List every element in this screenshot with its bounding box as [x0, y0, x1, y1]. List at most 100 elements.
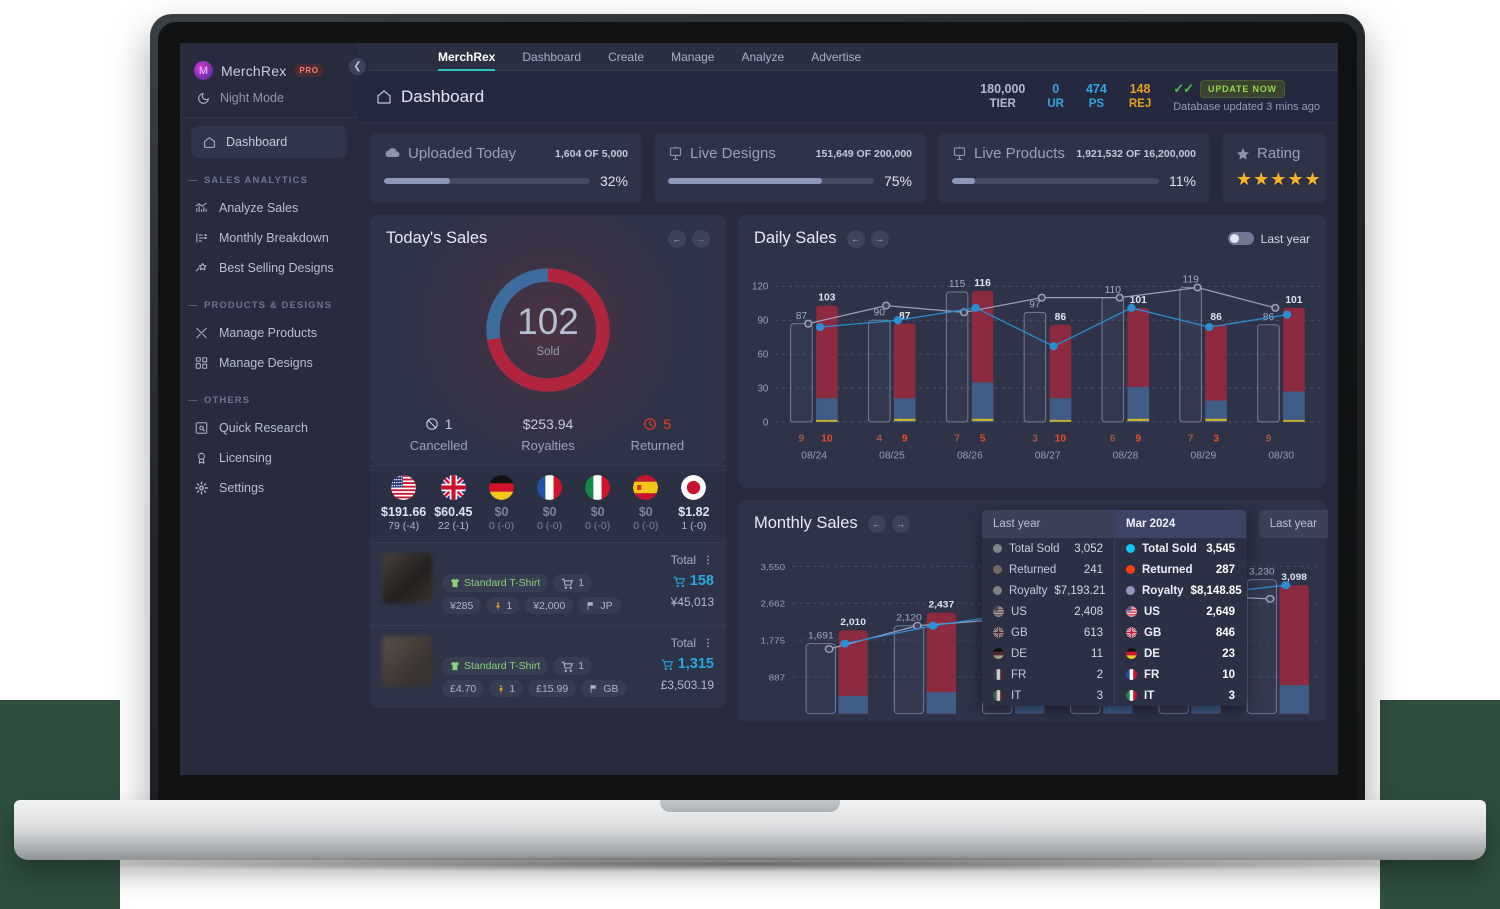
sidebar-item-quick-research[interactable]: Quick Research: [180, 413, 358, 443]
kpi-percent: 75%: [883, 173, 912, 189]
country-count: 0 (-0): [488, 520, 514, 532]
flag-us-icon: [1126, 606, 1137, 617]
country-sales-es[interactable]: $0 0 (-0): [625, 475, 667, 532]
sold-count: 102: [517, 300, 579, 342]
brand[interactable]: M MerchRex PRO: [180, 53, 358, 84]
prev-button[interactable]: ←: [867, 514, 886, 533]
product-revenue: ¥45,013: [670, 595, 714, 609]
sidebar-group-title: OTHERS: [180, 378, 358, 413]
flag-it-icon: [1126, 690, 1137, 701]
chart-label: 103: [818, 293, 835, 304]
chart-label: 6: [1110, 433, 1116, 444]
data-point: [971, 303, 980, 312]
product-list: Standard T-Shirt 1 ¥285 1 ¥2,000 JP Total 158…: [370, 542, 726, 708]
grid-icon: [194, 356, 209, 370]
last-year-toggle[interactable]: Last year: [1227, 232, 1310, 246]
collapse-sidebar-button[interactable]: ❮: [346, 55, 369, 78]
person-icon: [497, 684, 505, 694]
product-totals: Total 158 ¥45,013: [642, 553, 714, 614]
prev-button[interactable]: ←: [846, 229, 865, 248]
tooltip-value: 3: [1096, 689, 1103, 702]
sidebar-item-manage-products[interactable]: Manage Products: [180, 318, 358, 348]
tooltip-past-rows: Total Sold 3,052 Returned 241 Royalty $7,193.…: [982, 538, 1114, 706]
tab-create[interactable]: Create: [608, 43, 644, 71]
kebab-menu-icon[interactable]: [702, 637, 714, 649]
rating-stars: ★★★★★: [1236, 169, 1322, 189]
progress-bar: [952, 178, 1160, 184]
progress-bar: [668, 178, 874, 184]
flag-fr-icon: [993, 669, 1004, 680]
sidebar-group-label: OTHERS: [204, 395, 251, 406]
chart-label: 08/28: [1113, 451, 1139, 462]
donut-chart-wrap: 102 Sold: [370, 260, 726, 400]
sidebar-group-title: PRODUCTS & DESIGNS: [180, 283, 358, 318]
sidebar-item-settings[interactable]: Settings: [180, 473, 358, 503]
next-button[interactable]: →: [870, 229, 889, 248]
data-point: [840, 639, 850, 648]
sidebar-item-label: Licensing: [219, 451, 272, 465]
sidebar-item-analyze-sales[interactable]: Analyze Sales: [180, 193, 358, 223]
header-stat-ur: 0 UR: [1047, 82, 1064, 112]
tooltip-key: DE: [1144, 647, 1160, 660]
bar-returned: [1049, 398, 1072, 422]
country-amount: $0: [542, 505, 557, 519]
tab-dashboard[interactable]: Dashboard: [522, 43, 581, 71]
country-sales-de[interactable]: $0 0 (-0): [480, 475, 522, 532]
kebab-menu-icon[interactable]: [702, 554, 714, 566]
tooltip-row: Total Sold 3,545: [1115, 538, 1246, 559]
home-icon: [202, 136, 217, 149]
product-totals: Total 1,315 £3,503.19: [642, 636, 714, 697]
sidebar-item-label: Quick Research: [219, 421, 308, 435]
next-button[interactable]: →: [692, 229, 710, 248]
sidebar-item-licensing[interactable]: Licensing: [180, 443, 358, 473]
kpi-title: Rating: [1257, 145, 1301, 162]
country-sales-us[interactable]: $191.66 79 (-4): [381, 475, 426, 532]
chart-label: 887: [769, 673, 785, 682]
sidebar-item-monthly-breakdown[interactable]: Monthly Breakdown: [180, 223, 358, 253]
country-sales-fr[interactable]: $0 0 (-0): [529, 475, 571, 532]
night-mode-toggle[interactable]: Night Mode: [180, 84, 358, 115]
todays-sales-panel: Today's Sales ← → 102 Sold 1 Cancelled $…: [370, 215, 726, 465]
country-sales-it[interactable]: $0 0 (-0): [577, 475, 619, 532]
stat-value: 180,000: [980, 81, 1026, 96]
tooltip-current-header: Mar 2024: [1115, 510, 1246, 538]
group-dash-icon: [188, 400, 197, 401]
country-sales-jp[interactable]: $1.82 1 (-0): [673, 475, 715, 532]
tooltip-row: Royalty $8,148.85: [1115, 580, 1246, 601]
analytics-icon: [194, 201, 209, 215]
update-now-button[interactable]: UPDATE NOW: [1200, 80, 1285, 98]
prev-button[interactable]: ←: [668, 229, 686, 248]
legend-label: Returned: [630, 438, 685, 453]
tab-analyze[interactable]: Analyze: [741, 43, 784, 71]
product-chip: GB: [581, 680, 627, 697]
bar-cancelled: [893, 418, 916, 422]
kpi-fraction: 1,921,532 OF 16,200,000: [1076, 147, 1196, 160]
data-point: [1127, 303, 1136, 312]
product-row[interactable]: Standard T-Shirt 1 ¥285 1 ¥2,000 JP Total 158…: [370, 542, 726, 625]
tooltip-column-past: Last year Total Sold 3,052 Returned 241 Roya…: [982, 510, 1114, 706]
next-button[interactable]: →: [891, 514, 910, 533]
tab-advertise[interactable]: Advertise: [811, 43, 861, 71]
sidebar-item-best-selling-designs[interactable]: Best Selling Designs: [180, 253, 358, 283]
legend-dot: [1126, 565, 1135, 574]
stat-value: 474: [1085, 81, 1107, 96]
sidebar-divider: [180, 117, 358, 118]
chart-label: 7: [954, 433, 960, 444]
tooltip-current-rows: Total Sold 3,545 Returned 287 Royalty $8,148.…: [1115, 538, 1246, 706]
country-sales-gb[interactable]: $60.45 22 (-1): [432, 475, 474, 532]
cloud-upload-icon: [384, 145, 401, 162]
tab-manage[interactable]: Manage: [671, 43, 714, 71]
monthly-sales-tooltip: Last year Total Sold 3,052 Returned 241 Roya…: [982, 510, 1247, 706]
sidebar-item-dashboard[interactable]: Dashboard: [191, 126, 347, 158]
header-stat-rej: 148 REJ: [1129, 82, 1151, 112]
tooltip-key: FR: [1144, 668, 1160, 681]
legend-dot: [993, 565, 1002, 574]
bar-returned: [1279, 685, 1309, 714]
sidebar-item-manage-designs[interactable]: Manage Designs: [180, 348, 358, 378]
chart-label: 90: [757, 316, 768, 327]
list-breakdown-icon: [194, 231, 209, 245]
toggle-switch[interactable]: [1227, 232, 1254, 245]
product-row[interactable]: Standard T-Shirt 1 £4.70 1 £15.99 GB Total 1,…: [370, 625, 726, 708]
tab-merchrex[interactable]: MerchRex: [438, 43, 496, 71]
legend-label: Royalties: [521, 438, 575, 453]
